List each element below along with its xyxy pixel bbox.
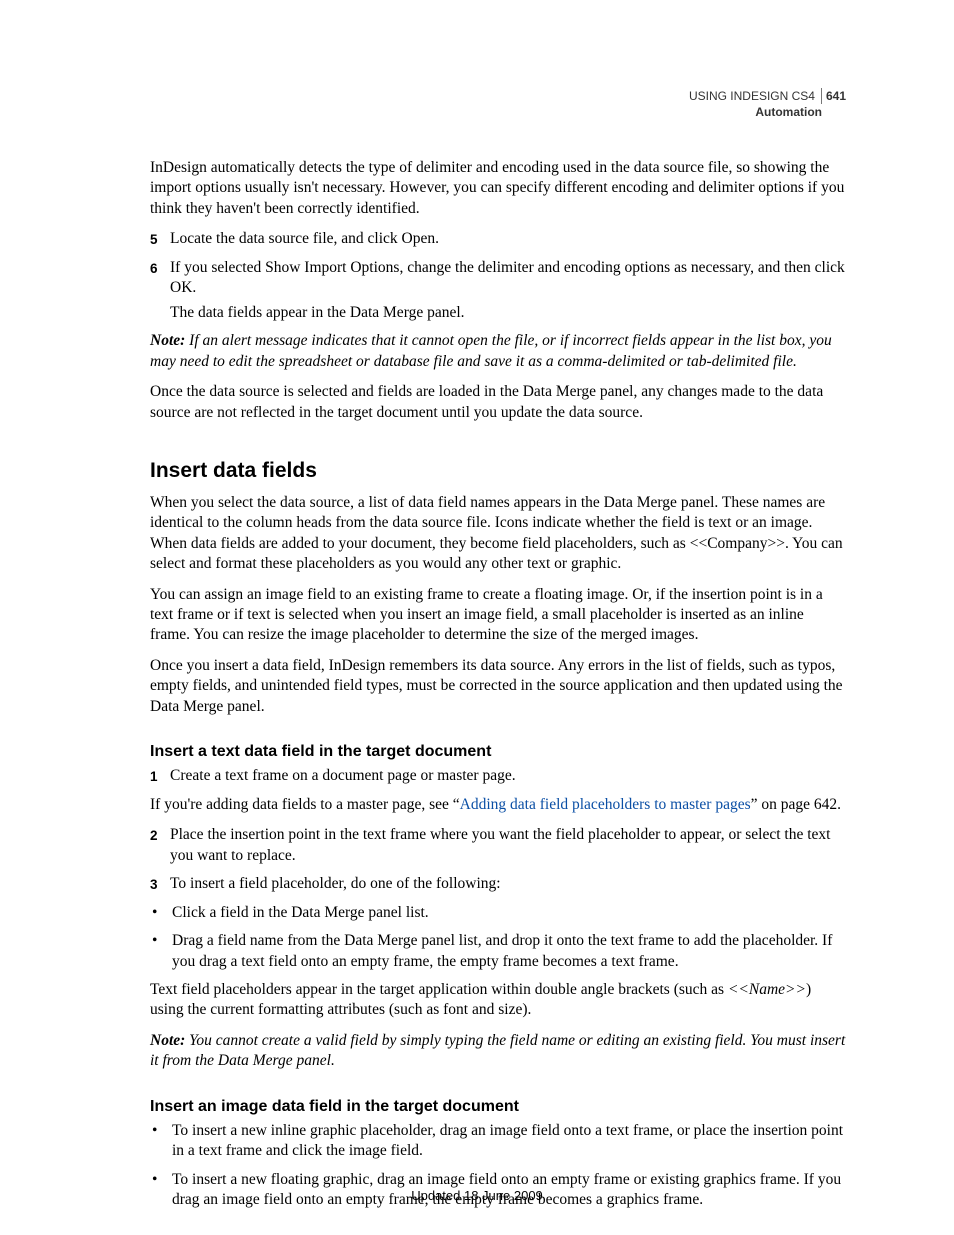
bullet-icon: • <box>150 903 172 923</box>
body-paragraph: If you're adding data fields to a master… <box>150 795 846 815</box>
step-number: 2 <box>150 825 170 866</box>
body-paragraph: Once you insert a data field, InDesign r… <box>150 656 846 717</box>
step-1: 1 Create a text frame on a document page… <box>150 766 846 786</box>
bullet-text: Drag a field name from the Data Merge pa… <box>172 931 846 972</box>
note-label: Note: <box>150 1032 185 1049</box>
bullet-text: To insert a new inline graphic placehold… <box>172 1121 846 1162</box>
heading-insert-image-field: Insert an image data field in the target… <box>150 1096 846 1117</box>
note-paragraph: Note: You cannot create a valid field by… <box>150 1031 846 1072</box>
note-label: Note: <box>150 332 185 349</box>
note-text: You cannot create a valid field by simpl… <box>150 1032 845 1069</box>
body-paragraph: Once the data source is selected and fie… <box>150 382 846 423</box>
step-number: 6 <box>150 258 170 323</box>
intro-paragraph: InDesign automatically detects the type … <box>150 158 846 219</box>
heading-insert-text-field: Insert a text data field in the target d… <box>150 741 846 762</box>
book-title: USING INDESIGN CS4 <box>689 88 822 104</box>
step-text: Locate the data source file, and click O… <box>170 229 846 249</box>
step-text: The data fields appear in the Data Merge… <box>170 303 846 323</box>
body-paragraph: You can assign an image field to an exis… <box>150 585 846 646</box>
step-6: 6 If you selected Show Import Options, c… <box>150 258 846 323</box>
bullet-icon: • <box>150 931 172 972</box>
bullet-icon: • <box>150 1121 172 1162</box>
link-master-pages[interactable]: Adding data field placeholders to master… <box>460 796 751 813</box>
section-name: Automation <box>689 104 822 120</box>
placeholder-example: <<Name>> <box>728 981 806 998</box>
step-number: 1 <box>150 766 170 786</box>
step-text: Create a text frame on a document page o… <box>170 766 846 786</box>
page-number: 641 <box>826 89 846 103</box>
heading-insert-data-fields: Insert data fields <box>150 457 846 485</box>
step-text: If you selected Show Import Options, cha… <box>170 258 846 299</box>
step-number: 3 <box>150 874 170 894</box>
list-item: • To insert a new inline graphic placeho… <box>150 1121 846 1162</box>
footer-updated: Updated 18 June 2009 <box>0 1188 954 1203</box>
note-text: If an alert message indicates that it ca… <box>150 332 832 369</box>
step-5: 5 Locate the data source file, and click… <box>150 229 846 249</box>
bullet-text: Click a field in the Data Merge panel li… <box>172 903 846 923</box>
body-paragraph: Text field placeholders appear in the ta… <box>150 980 846 1021</box>
step-2: 2 Place the insertion point in the text … <box>150 825 846 866</box>
note-paragraph: Note: If an alert message indicates that… <box>150 331 846 372</box>
running-header: USING INDESIGN CS4 641 Automation <box>689 88 846 120</box>
step-number: 5 <box>150 229 170 249</box>
step-3: 3 To insert a field placeholder, do one … <box>150 874 846 894</box>
step-text: Place the insertion point in the text fr… <box>170 825 846 866</box>
list-item: • Drag a field name from the Data Merge … <box>150 931 846 972</box>
body-paragraph: When you select the data source, a list … <box>150 493 846 575</box>
list-item: • Click a field in the Data Merge panel … <box>150 903 846 923</box>
step-text: To insert a field placeholder, do one of… <box>170 874 846 894</box>
